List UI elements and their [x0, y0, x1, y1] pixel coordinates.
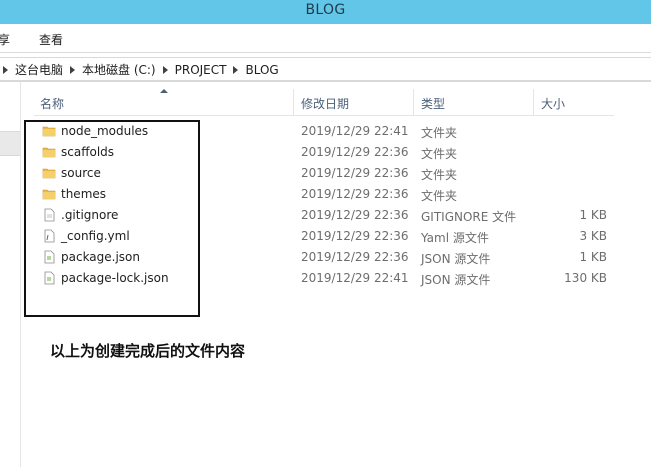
tab-view[interactable]: 查看: [39, 31, 63, 48]
column-header-name[interactable]: 名称: [40, 95, 64, 112]
file-date: 2019/12/29 22:36: [301, 145, 409, 159]
chevron-right-icon[interactable]: [3, 65, 8, 74]
file-type: 文件夹: [421, 189, 458, 203]
column-header-size[interactable]: 大小: [541, 95, 565, 112]
breadcrumb: 这台电脑 本地磁盘 (C:) PROJECT BLOG: [0, 61, 283, 78]
ribbon-tabs: 享 查看: [0, 24, 651, 53]
chevron-right-icon[interactable]: [162, 65, 168, 74]
sort-ascending-icon: [160, 89, 168, 93]
file-type: JSON 源文件: [421, 273, 491, 287]
file-type: 文件夹: [421, 147, 458, 161]
column-divider[interactable]: [533, 89, 534, 115]
chevron-right-icon[interactable]: [233, 65, 239, 74]
nav-selected-item[interactable]: [0, 131, 20, 156]
file-date: 2019/12/29 22:36: [301, 166, 409, 180]
file-type: GITIGNORE 文件: [421, 210, 517, 224]
file-size: 130 KB: [564, 271, 607, 285]
crumb-this-pc[interactable]: 这台电脑: [15, 61, 63, 78]
explorer-window: BLOG 享 查看 这台电脑 本地磁盘 (C:) PROJECT BLOG 名称…: [0, 0, 651, 467]
crumb-blog[interactable]: BLOG: [245, 63, 278, 77]
crumb-project[interactable]: PROJECT: [175, 63, 227, 77]
window-title: BLOG: [305, 2, 346, 18]
file-date: 2019/12/29 22:36: [301, 208, 409, 222]
column-header-type[interactable]: 类型: [421, 95, 445, 112]
file-date: 2019/12/29 22:36: [301, 229, 409, 243]
file-type: 文件夹: [421, 126, 458, 140]
title-bar[interactable]: BLOG: [0, 0, 651, 24]
file-size: 1 KB: [579, 250, 607, 264]
file-size: 3 KB: [579, 229, 607, 243]
column-divider[interactable]: [413, 89, 414, 115]
chevron-right-icon[interactable]: [70, 65, 76, 74]
column-header-date[interactable]: 修改日期: [301, 95, 349, 112]
file-type: 文件夹: [421, 168, 458, 182]
crumb-local-disk[interactable]: 本地磁盘 (C:): [82, 61, 156, 78]
file-type: Yaml 源文件: [421, 231, 489, 245]
address-bar[interactable]: 这台电脑 本地磁盘 (C:) PROJECT BLOG: [0, 57, 651, 82]
file-date: 2019/12/29 22:41: [301, 124, 409, 138]
tab-share[interactable]: 享: [0, 31, 10, 48]
file-date: 2019/12/29 22:36: [301, 187, 409, 201]
file-size: 1 KB: [579, 208, 607, 222]
column-headers: 名称 修改日期 类型 大小: [34, 89, 614, 116]
file-type: JSON 源文件: [421, 252, 491, 266]
annotation-caption: 以上为创建完成后的文件内容: [50, 342, 246, 360]
file-date: 2019/12/29 22:41: [301, 271, 409, 285]
file-date: 2019/12/29 22:36: [301, 250, 409, 264]
column-divider[interactable]: [293, 89, 294, 115]
annotation-highlight-box: [24, 120, 200, 317]
